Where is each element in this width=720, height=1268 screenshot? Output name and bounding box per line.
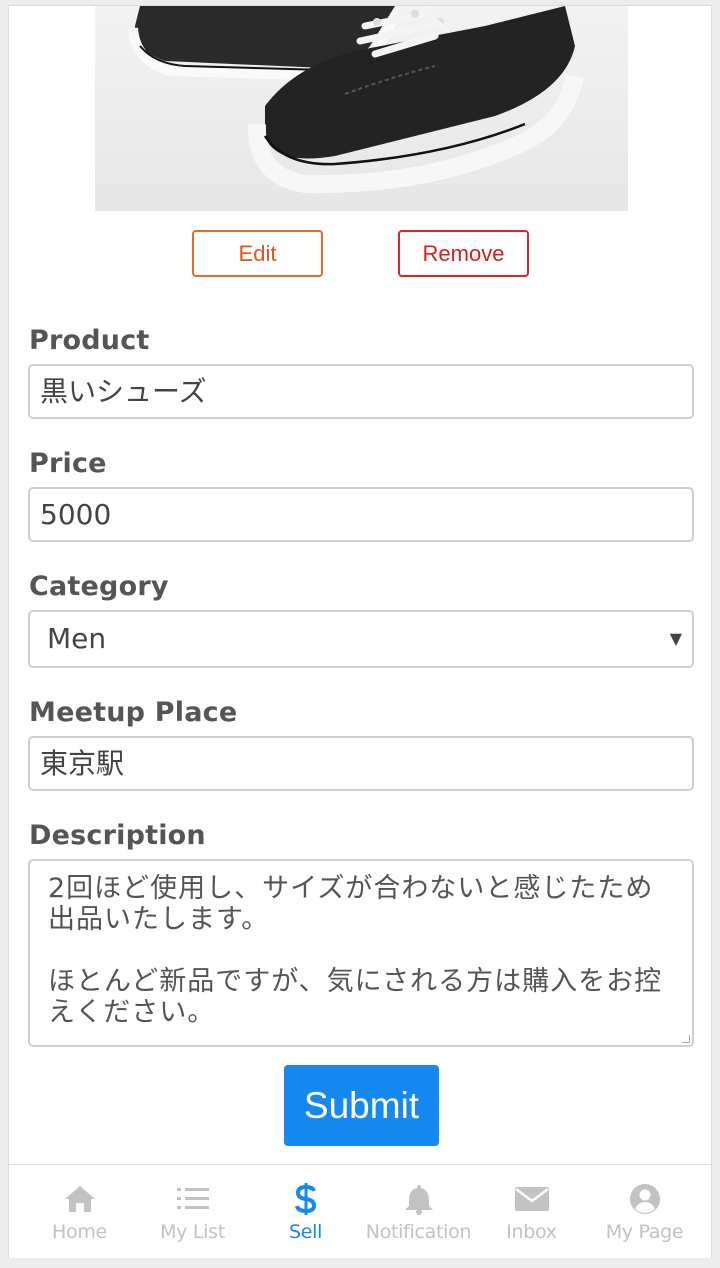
tab-home-label: Home	[52, 1221, 107, 1243]
tab-my-page[interactable]: My Page	[586, 1165, 703, 1259]
photo-actions: Edit Remove	[9, 230, 713, 278]
tab-my-page-label: My Page	[605, 1221, 684, 1243]
product-photo	[95, 6, 628, 211]
product-label: Product	[29, 325, 150, 356]
description-text: 2回ほど使用し、サイズが合わないと感じたため出品いたします。 ほとんど新品ですが…	[48, 873, 663, 1028]
sell-form-screen: Edit Remove Product 黒いシューズ Price 5000 Ca…	[8, 5, 712, 1258]
meetup-place-input[interactable]: 東京駅	[28, 736, 694, 791]
tab-inbox[interactable]: Inbox	[473, 1165, 590, 1259]
sneakers-image	[128, 6, 584, 194]
list-icon	[134, 1182, 251, 1216]
price-label: Price	[29, 448, 107, 479]
category-select[interactable]: Men ▼	[28, 610, 694, 668]
category-selected-value: Men	[47, 622, 107, 655]
bell-icon	[360, 1182, 477, 1216]
bottom-tab-bar: Home My List Sell Notification Inbox My …	[9, 1164, 711, 1258]
tab-inbox-label: Inbox	[506, 1221, 557, 1243]
dollar-icon	[247, 1182, 364, 1216]
description-textarea[interactable]: 2回ほど使用し、サイズが合わないと感じたため出品いたします。 ほとんど新品ですが…	[28, 859, 694, 1047]
envelope-icon	[473, 1182, 590, 1216]
tab-sell[interactable]: Sell	[247, 1165, 364, 1259]
remove-photo-button[interactable]: Remove	[398, 230, 529, 277]
dropdown-arrow-icon: ▼	[669, 629, 682, 648]
user-circle-icon	[586, 1182, 703, 1216]
description-label: Description	[29, 820, 206, 851]
edit-photo-button[interactable]: Edit	[192, 230, 323, 277]
submit-button[interactable]: Submit	[284, 1065, 439, 1146]
product-input[interactable]: 黒いシューズ	[28, 364, 694, 419]
tab-notification-label: Notification	[365, 1221, 472, 1243]
meetup-place-label: Meetup Place	[29, 697, 238, 728]
tab-home[interactable]: Home	[21, 1165, 138, 1259]
home-icon	[21, 1182, 138, 1216]
tab-my-list[interactable]: My List	[134, 1165, 251, 1259]
tab-my-list-label: My List	[160, 1221, 225, 1243]
tab-sell-label: Sell	[288, 1221, 323, 1243]
tab-notification[interactable]: Notification	[360, 1165, 477, 1259]
price-input[interactable]: 5000	[28, 487, 694, 542]
resize-handle-icon[interactable]	[682, 1035, 690, 1043]
category-label: Category	[29, 571, 169, 602]
